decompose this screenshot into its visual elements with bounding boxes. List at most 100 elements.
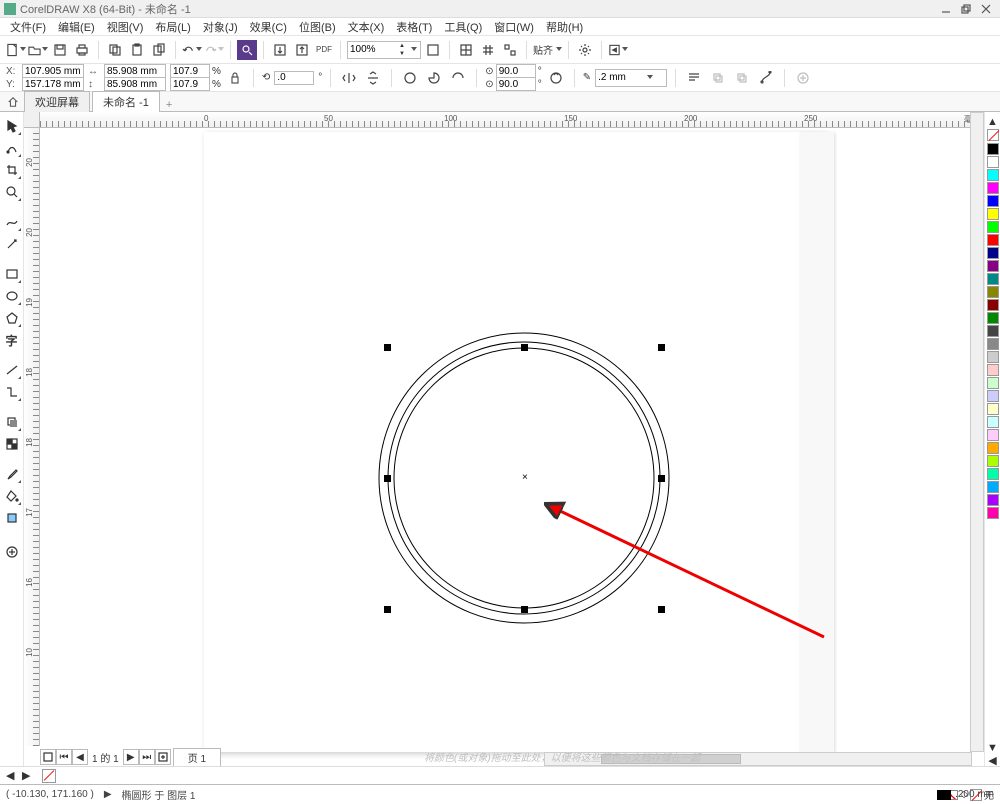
redo-button[interactable] xyxy=(204,40,224,60)
import-button[interactable] xyxy=(270,40,290,60)
palette-down-button[interactable]: ▼ xyxy=(983,742,1000,754)
snap-label[interactable]: 贴齐 xyxy=(533,42,553,57)
color-swatch-22[interactable] xyxy=(987,429,999,441)
menu-bitmap[interactable]: 位图(B) xyxy=(293,19,342,35)
color-swatch-6[interactable] xyxy=(987,221,999,233)
page-tab[interactable]: 页 1 xyxy=(173,748,221,767)
outline-width-input[interactable] xyxy=(596,70,644,86)
page-toggle-button[interactable] xyxy=(40,749,56,765)
scale-y-input[interactable] xyxy=(170,77,210,91)
open-button[interactable] xyxy=(28,40,48,60)
pdf-button[interactable]: PDF xyxy=(314,40,334,60)
drop-shadow-tool[interactable] xyxy=(2,412,22,432)
doc-palette-none[interactable] xyxy=(42,769,56,783)
menu-effect[interactable]: 效果(C) xyxy=(244,19,293,35)
angle-input[interactable] xyxy=(274,71,314,85)
color-swatch-28[interactable] xyxy=(987,507,999,519)
end-angle-input[interactable] xyxy=(496,77,536,91)
pie-icon[interactable] xyxy=(424,68,444,88)
color-swatch-18[interactable] xyxy=(987,377,999,389)
ruler-origin[interactable] xyxy=(24,112,40,128)
color-swatch-15[interactable] xyxy=(987,338,999,350)
height-input[interactable] xyxy=(104,77,166,91)
undo-button[interactable] xyxy=(182,40,202,60)
color-swatch-25[interactable] xyxy=(987,468,999,480)
quick-customize-button[interactable] xyxy=(793,68,813,88)
artistic-media-tool[interactable] xyxy=(2,234,22,254)
color-swatch-5[interactable] xyxy=(987,208,999,220)
zoom-tool[interactable] xyxy=(2,182,22,202)
color-swatch-21[interactable] xyxy=(987,416,999,428)
color-swatch-13[interactable] xyxy=(987,312,999,324)
transparency-tool[interactable] xyxy=(2,434,22,454)
wrap-text-button[interactable] xyxy=(684,68,704,88)
color-swatch-4[interactable] xyxy=(987,195,999,207)
add-page-button[interactable] xyxy=(155,749,171,765)
menu-table[interactable]: 表格(T) xyxy=(390,19,438,35)
no-color-swatch[interactable] xyxy=(987,129,999,141)
color-swatch-23[interactable] xyxy=(987,442,999,454)
outline-width-combo[interactable] xyxy=(595,69,667,87)
freehand-tool[interactable] xyxy=(2,212,22,232)
menu-layout[interactable]: 布局(L) xyxy=(149,19,196,35)
quick-customize-toolbox[interactable] xyxy=(2,542,22,562)
sel-handle-s[interactable] xyxy=(521,606,528,613)
color-swatch-11[interactable] xyxy=(987,286,999,298)
direction-button[interactable] xyxy=(546,68,566,88)
to-front-button[interactable] xyxy=(708,68,728,88)
to-back-button[interactable] xyxy=(732,68,752,88)
export-button[interactable] xyxy=(292,40,312,60)
convert-curves-button[interactable] xyxy=(756,68,776,88)
color-swatch-27[interactable] xyxy=(987,494,999,506)
sel-handle-nw[interactable] xyxy=(384,344,391,351)
menu-edit[interactable]: 编辑(E) xyxy=(52,19,101,35)
doc-palette-prev[interactable]: ◀ xyxy=(6,769,20,783)
last-page-button[interactable]: ⏭ xyxy=(139,749,155,765)
menu-window[interactable]: 窗口(W) xyxy=(488,19,540,35)
ellipse-tool[interactable] xyxy=(2,286,22,306)
width-input[interactable] xyxy=(104,64,166,78)
polygon-tool[interactable] xyxy=(2,308,22,328)
tab-document[interactable]: 未命名 -1 xyxy=(92,91,160,112)
fill-tool[interactable] xyxy=(2,486,22,506)
color-swatch-24[interactable] xyxy=(987,455,999,467)
zoom-combo[interactable]: ▲▼ xyxy=(347,41,421,59)
pick-tool[interactable] xyxy=(2,116,22,136)
restore-button[interactable] xyxy=(956,2,976,16)
rectangle-tool[interactable] xyxy=(2,264,22,284)
paste-button[interactable] xyxy=(127,40,147,60)
text-tool[interactable]: 字 xyxy=(2,330,22,350)
color-swatch-12[interactable] xyxy=(987,299,999,311)
snap-grid-button[interactable] xyxy=(500,40,520,60)
zoom-input[interactable] xyxy=(348,42,396,58)
color-swatch-1[interactable] xyxy=(987,156,999,168)
scale-x-input[interactable] xyxy=(170,64,210,78)
color-swatch-2[interactable] xyxy=(987,169,999,181)
sel-handle-e[interactable] xyxy=(658,475,665,482)
mirror-v-button[interactable] xyxy=(363,68,383,88)
sel-handle-sw[interactable] xyxy=(384,606,391,613)
color-swatch-26[interactable] xyxy=(987,481,999,493)
close-button[interactable] xyxy=(976,2,996,16)
next-page-button[interactable]: ▶ xyxy=(123,749,139,765)
canvas[interactable]: 0 50 100 150 200 250 毫米 20 20 19 18 18 1… xyxy=(24,112,984,766)
crop-tool[interactable] xyxy=(2,160,22,180)
color-swatch-14[interactable] xyxy=(987,325,999,337)
menu-tool[interactable]: 工具(Q) xyxy=(438,19,488,35)
doc-palette-next[interactable]: ▶ xyxy=(22,769,36,783)
color-swatch-10[interactable] xyxy=(987,273,999,285)
color-swatch-20[interactable] xyxy=(987,403,999,415)
launch-button[interactable] xyxy=(608,40,628,60)
smart-fill-tool[interactable] xyxy=(2,508,22,528)
prev-page-button[interactable]: ◀ xyxy=(72,749,88,765)
arc-icon[interactable] xyxy=(448,68,468,88)
color-swatch-19[interactable] xyxy=(987,390,999,402)
ellipse-icon[interactable] xyxy=(400,68,420,88)
parallel-dim-tool[interactable] xyxy=(2,360,22,380)
color-swatch-0[interactable] xyxy=(987,143,999,155)
start-angle-input[interactable] xyxy=(496,64,536,78)
menu-view[interactable]: 视图(V) xyxy=(101,19,150,35)
shape-tool[interactable] xyxy=(2,138,22,158)
lock-ratio-button[interactable] xyxy=(225,68,245,88)
guides-button[interactable] xyxy=(478,40,498,60)
